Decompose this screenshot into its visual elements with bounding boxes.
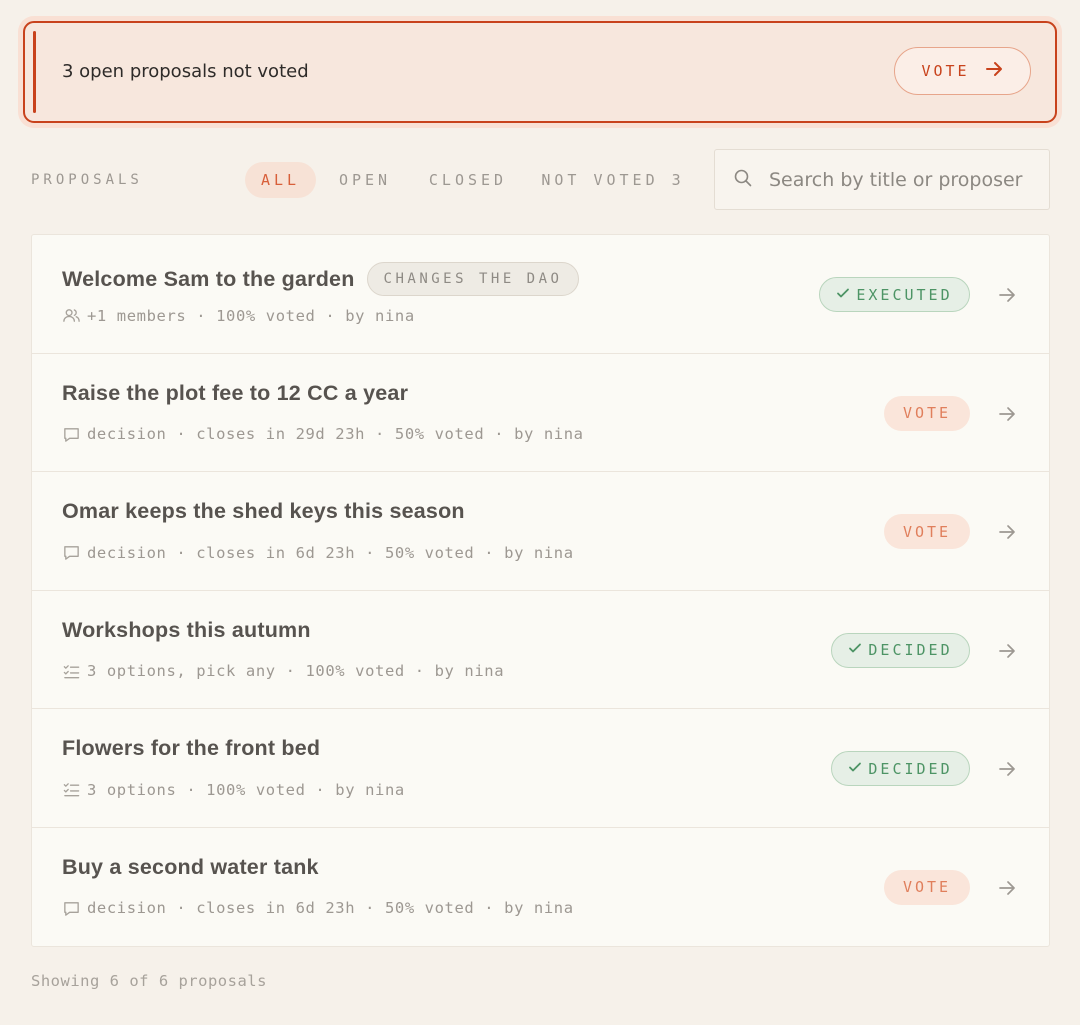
proposal-meta: +1 members · 100% voted · by nina <box>62 306 415 325</box>
check-icon <box>848 760 862 778</box>
vote-badge-button[interactable]: VOTE <box>884 395 970 431</box>
unvoted-alert-box: 3 open proposals not voted VOTE <box>23 21 1057 123</box>
status-label: VOTE <box>902 878 952 896</box>
proposal-title-line: Welcome Sam to the garden CHANGES THE DAO <box>62 262 580 296</box>
search-box <box>714 149 1050 210</box>
proposal-meta-text: 3 options · 100% voted · by nina <box>87 780 405 799</box>
alert-message: 3 open proposals not voted <box>62 61 309 82</box>
comment-icon <box>62 899 81 918</box>
proposal-count: Showing 6 of 6 proposals <box>31 972 267 990</box>
members-icon <box>62 306 81 325</box>
arrow-right-icon[interactable] <box>996 284 1018 306</box>
tab-open[interactable]: OPEN <box>329 162 401 198</box>
comment-icon <box>62 543 81 562</box>
arrow-right-icon[interactable] <box>996 877 1018 899</box>
proposal-row[interactable]: Buy a second water tank decision · closes… <box>32 828 1049 947</box>
proposal-meta: 3 options, pick any · 100% voted · by ni… <box>62 662 504 681</box>
check-icon <box>848 641 862 659</box>
alert-vote-button[interactable]: VOTE <box>894 47 1031 95</box>
proposal-title: Omar keeps the shed keys this season <box>62 499 465 523</box>
status-label: EXECUTED <box>856 285 953 304</box>
check-icon <box>836 286 850 304</box>
arrow-right-icon[interactable] <box>996 403 1018 425</box>
proposal-title: Flowers for the front bed <box>62 736 321 760</box>
search-input[interactable] <box>769 168 1049 191</box>
proposal-meta-text: decision · closes in 6d 23h · 50% voted … <box>87 899 574 917</box>
proposal-meta-text: 3 options, pick any · 100% voted · by ni… <box>87 662 505 680</box>
proposal-title: Raise the plot fee to 12 CC a year <box>62 380 409 405</box>
proposal-title-line: Buy a second water tank <box>62 855 319 880</box>
tab-closed[interactable]: CLOSED <box>422 162 514 198</box>
arrow-right-icon[interactable] <box>996 521 1018 543</box>
proposal-meta: decision · closes in 6d 23h · 50% voted … <box>62 543 574 562</box>
tab-not-voted[interactable]: NOT VOTED 3 <box>538 162 688 198</box>
proposal-meta: decision · closes in 29d 23h · 50% voted… <box>62 425 584 444</box>
proposal-meta-text: decision · closes in 29d 23h · 50% voted… <box>87 425 584 443</box>
proposal-row[interactable]: Workshops this autumn 3 options, pick any… <box>32 591 1049 709</box>
unvoted-alert-banner: 3 open proposals not voted VOTE <box>18 16 1062 128</box>
status-badge: DECIDED <box>831 632 970 668</box>
alert-vote-label: VOTE <box>921 62 970 80</box>
proposal-row[interactable]: Omar keeps the shed keys this season deci… <box>32 472 1049 591</box>
status-label: DECIDED <box>868 759 953 778</box>
proposal-row[interactable]: Flowers for the front bed 3 options · 100… <box>32 709 1049 828</box>
proposal-meta-text: decision · closes in 6d 23h · 50% voted … <box>87 543 574 562</box>
proposal-list: Welcome Sam to the garden CHANGES THE DAO… <box>31 234 1050 947</box>
comment-icon <box>62 425 81 444</box>
status-label: VOTE <box>902 404 952 422</box>
proposals-section-label: PROPOSALS <box>31 172 143 188</box>
arrow-right-icon <box>984 59 1004 83</box>
checklist-icon <box>62 662 81 681</box>
proposal-title: Welcome Sam to the garden <box>62 266 355 291</box>
proposal-title-line: Omar keeps the shed keys this season <box>62 499 465 524</box>
status-label: VOTE <box>902 522 952 541</box>
proposal-row[interactable]: Welcome Sam to the garden CHANGES THE DAO… <box>32 235 1049 354</box>
proposal-meta: decision · closes in 6d 23h · 50% voted … <box>62 899 574 918</box>
checklist-icon <box>62 780 81 799</box>
search-icon <box>733 168 753 192</box>
vote-badge-button[interactable]: VOTE <box>884 514 970 549</box>
proposal-meta-text: +1 members · 100% voted · by nina <box>87 306 415 325</box>
status-label: DECIDED <box>868 641 953 659</box>
proposal-title-line: Workshops this autumn <box>62 618 311 643</box>
vote-badge-button[interactable]: VOTE <box>884 869 970 905</box>
proposal-title: Workshops this autumn <box>62 617 311 642</box>
proposal-row[interactable]: Raise the plot fee to 12 CC a year decisi… <box>32 354 1049 472</box>
proposal-tag: CHANGES THE DAO <box>366 262 580 296</box>
arrow-right-icon[interactable] <box>996 640 1018 662</box>
tab-all[interactable]: ALL <box>245 162 316 198</box>
proposal-title-line: Raise the plot fee to 12 CC a year <box>62 381 408 406</box>
arrow-right-icon[interactable] <box>996 758 1018 780</box>
proposal-title: Buy a second water tank <box>62 854 319 879</box>
status-badge: DECIDED <box>831 751 970 786</box>
proposal-title-line: Flowers for the front bed <box>62 736 320 761</box>
status-badge: EXECUTED <box>819 277 970 312</box>
proposal-meta: 3 options · 100% voted · by nina <box>62 780 405 799</box>
